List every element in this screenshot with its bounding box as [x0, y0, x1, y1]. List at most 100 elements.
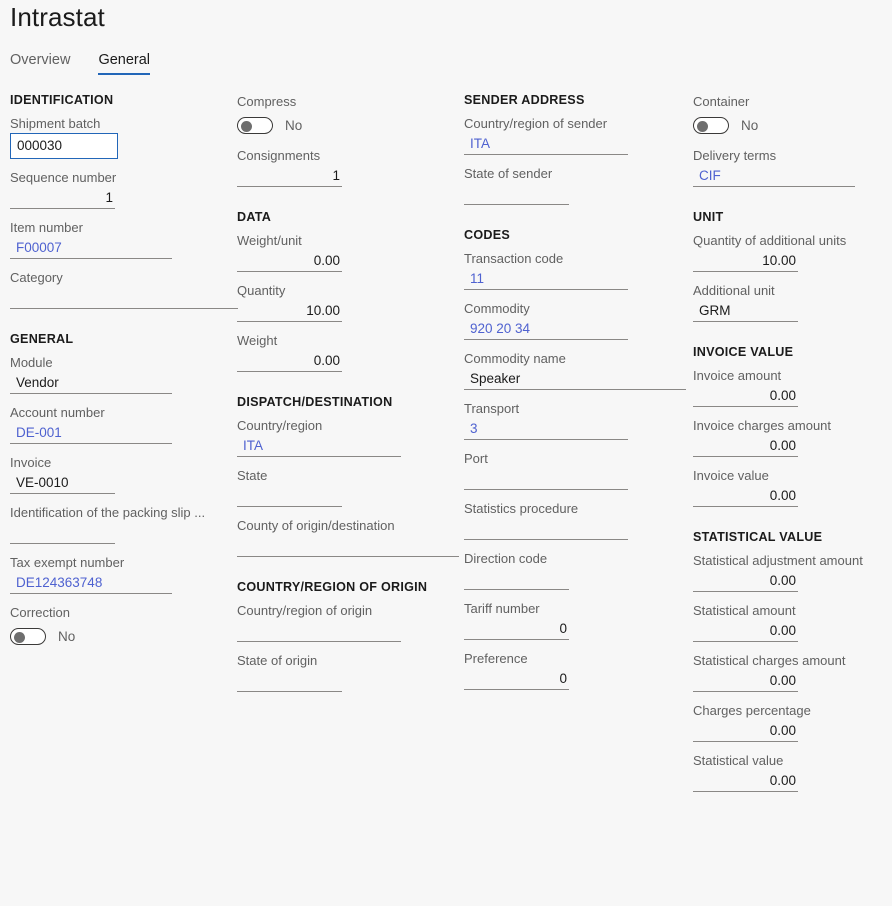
field-invoice-amount: Invoice amount 0.00	[693, 366, 888, 407]
toggle-knob-icon	[241, 120, 252, 132]
field-preference: Preference 0	[464, 649, 688, 690]
value-country-region-of-origin[interactable]	[237, 620, 401, 642]
value-state[interactable]	[237, 485, 342, 507]
value-state-of-origin[interactable]	[237, 670, 342, 692]
value-direction-code[interactable]	[464, 568, 569, 590]
value-commodity[interactable]: 920 20 34	[464, 318, 628, 340]
value-country-region-of-sender[interactable]: ITA	[464, 133, 628, 155]
field-compress: Compress No	[237, 92, 459, 137]
value-statistical-charges-amount[interactable]: 0.00	[693, 670, 798, 692]
value-category[interactable]	[10, 287, 238, 309]
column-data: Compress No Consignments 1 DATA Weight/unit 0.…	[237, 92, 459, 701]
value-commodity-name[interactable]: Speaker	[464, 368, 686, 390]
field-statistical-charges-amount: Statistical charges amount 0.00	[693, 651, 888, 692]
tab-overview[interactable]: Overview	[10, 52, 70, 75]
field-label: Invoice	[10, 455, 52, 470]
field-label: Charges percentage	[693, 703, 811, 718]
value-tax-exempt-number[interactable]: DE124363748	[10, 572, 172, 594]
field-label: Port	[464, 451, 488, 466]
toggle-switch-compress[interactable]	[237, 116, 273, 134]
value-invoice[interactable]: VE-0010	[10, 472, 115, 494]
field-label: Commodity	[464, 301, 530, 316]
field-consignments: Consignments 1	[237, 146, 459, 187]
column-values: Container No Delivery terms CIF UNIT Quantity…	[693, 92, 888, 801]
tab-general[interactable]: General	[98, 52, 150, 75]
toggle-row: No	[693, 113, 888, 137]
field-label: County of origin/destination	[237, 518, 395, 533]
value-state-of-sender[interactable]	[464, 183, 569, 205]
column-identification: IDENTIFICATION Shipment batch 000030 Sequen…	[10, 92, 238, 657]
field-label: Statistical value	[693, 753, 784, 768]
input-shipment-batch[interactable]: 000030	[10, 133, 118, 159]
toggle-state-label: No	[285, 117, 303, 133]
field-label: Invoice amount	[693, 368, 782, 383]
field-label: Module	[10, 355, 53, 370]
field-label: Direction code	[464, 551, 548, 566]
value-invoice-charges-amount[interactable]: 0.00	[693, 435, 798, 457]
field-additional-unit: Additional unit GRM	[693, 281, 888, 322]
field-commodity-name: Commodity name Speaker	[464, 349, 688, 390]
value-delivery-terms[interactable]: CIF	[693, 165, 855, 187]
value-weight[interactable]: 0.00	[237, 350, 342, 372]
field-container: Container No	[693, 92, 888, 137]
section-heading-unit: UNIT	[693, 210, 724, 224]
field-label: Transaction code	[464, 251, 564, 266]
field-label: Category	[10, 270, 63, 285]
field-statistics-procedure: Statistics procedure	[464, 499, 688, 540]
field-quantity: Quantity 10.00	[237, 281, 459, 322]
value-statistical-adjustment-amount[interactable]: 0.00	[693, 570, 798, 592]
field-label: Identification of the packing slip ...	[10, 505, 206, 520]
value-weight-unit[interactable]: 0.00	[237, 250, 342, 272]
value-county-of-origin-destination[interactable]	[237, 535, 459, 557]
value-transaction-code[interactable]: 11	[464, 268, 628, 290]
value-invoice-amount[interactable]: 0.00	[693, 385, 798, 407]
field-invoice: Invoice VE-0010	[10, 453, 232, 494]
value-country-region[interactable]: ITA	[237, 435, 401, 457]
field-label: Delivery terms	[693, 148, 777, 163]
field-label: Transport	[464, 401, 520, 416]
value-quantity[interactable]: 10.00	[237, 300, 342, 322]
value-transport[interactable]: 3	[464, 418, 628, 440]
value-identification-of-the-packing-slip[interactable]	[10, 522, 115, 544]
value-sequence-number[interactable]: 1	[10, 187, 115, 209]
toggle-switch-correction[interactable]	[10, 627, 46, 645]
field-label: Statistical charges amount	[693, 653, 846, 668]
value-additional-unit[interactable]: GRM	[693, 300, 798, 322]
value-statistical-amount[interactable]: 0.00	[693, 620, 798, 642]
field-statistical-amount: Statistical amount 0.00	[693, 601, 888, 642]
field-county-of-origin-destination: County of origin/destination	[237, 516, 459, 557]
value-account-number[interactable]: DE-001	[10, 422, 172, 444]
field-label: Weight/unit	[237, 233, 302, 248]
field-label: Correction	[10, 605, 70, 620]
field-label: Weight	[237, 333, 278, 348]
page-title: Intrastat	[10, 2, 105, 32]
field-tax-exempt-number: Tax exempt number DE124363748	[10, 553, 232, 594]
value-module[interactable]: Vendor	[10, 372, 172, 394]
value-port[interactable]	[464, 468, 628, 490]
value-statistical-value[interactable]: 0.00	[693, 770, 798, 792]
field-label: Commodity name	[464, 351, 566, 366]
value-quantity-of-additional-units[interactable]: 10.00	[693, 250, 798, 272]
field-country-region-of-sender: Country/region of sender ITA	[464, 114, 688, 155]
value-item-number[interactable]: F00007	[10, 237, 172, 259]
value-invoice-value[interactable]: 0.00	[693, 485, 798, 507]
value-tariff-number[interactable]: 0	[464, 618, 569, 640]
field-label: Additional unit	[693, 283, 775, 298]
toggle-switch-container[interactable]	[693, 116, 729, 134]
field-statistical-value: Statistical value 0.00	[693, 751, 888, 792]
value-statistics-procedure[interactable]	[464, 518, 628, 540]
section-heading-data: DATA	[237, 210, 272, 224]
intrastat-page: Intrastat Overview General IDENTIFICATIO…	[0, 0, 892, 906]
value-consignments[interactable]: 1	[237, 165, 342, 187]
section-heading-identification: IDENTIFICATION	[10, 93, 114, 107]
field-label: Country/region of sender	[464, 116, 608, 131]
field-sequence-number: Sequence number 1	[10, 168, 232, 209]
field-label: Statistical amount	[693, 603, 796, 618]
value-preference[interactable]: 0	[464, 668, 569, 690]
field-module: Module Vendor	[10, 353, 232, 394]
field-correction: Correction No	[10, 603, 232, 648]
value-charges-percentage[interactable]: 0.00	[693, 720, 798, 742]
field-label: Sequence number	[10, 170, 117, 185]
field-label: Invoice value	[693, 468, 769, 483]
section-heading-country-region-of-origin: COUNTRY/REGION OF ORIGIN	[237, 580, 428, 594]
